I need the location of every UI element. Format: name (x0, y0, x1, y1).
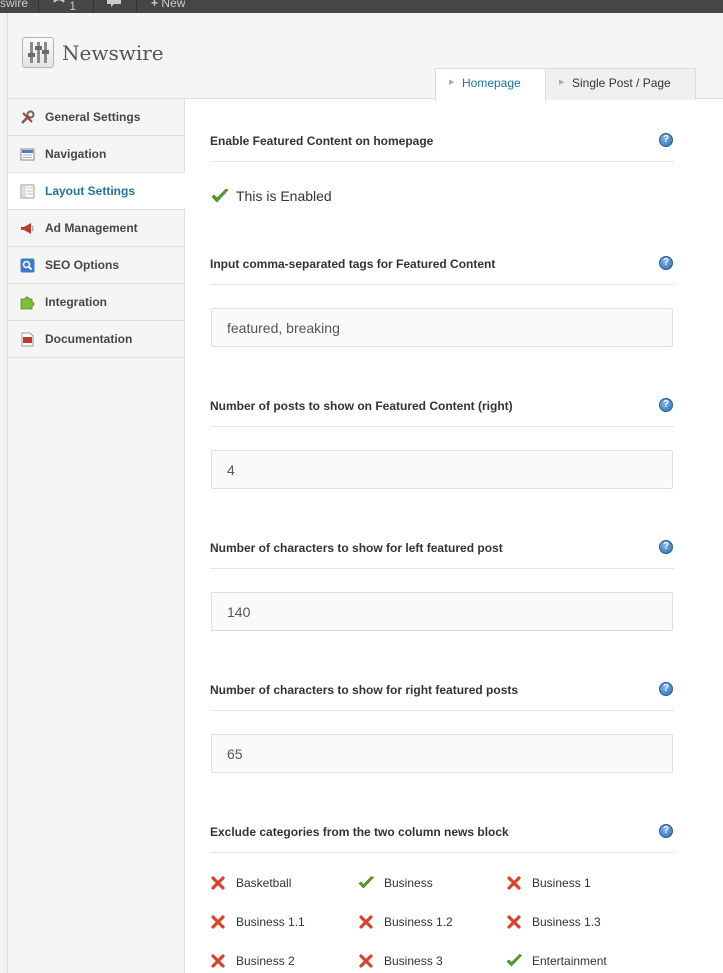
sidebar-item-ad-management[interactable]: Ad Management (8, 210, 185, 247)
category-label: Basketball (236, 876, 292, 890)
puzzle-icon (20, 296, 35, 310)
options-panel: Newswire ▶ Homepage ▶ Single Post / Page… (7, 13, 723, 973)
category-item[interactable]: Business 1 (506, 875, 591, 893)
app-title: Newswire (62, 41, 164, 65)
left-chars-input[interactable] (211, 592, 673, 631)
cross-icon (211, 915, 225, 929)
sidebar-item-general-settings[interactable]: General Settings (8, 99, 185, 136)
setting-title-exclude: Exclude categories from the two column n… (210, 825, 509, 839)
setting-title-featured: Enable Featured Content on homepage (210, 134, 434, 148)
divider (210, 852, 674, 853)
category-item[interactable]: Business 1.3 (506, 914, 601, 932)
updates-item[interactable]: 1 (52, 0, 76, 13)
category-item[interactable]: Business 2 (210, 953, 295, 971)
comments-item[interactable] (106, 0, 122, 13)
admin-bar-site-name[interactable]: swire (0, 0, 28, 13)
checkmark-icon (506, 954, 522, 967)
sidebar-item-label: Navigation (45, 147, 107, 161)
category-item[interactable]: Business (358, 875, 433, 893)
category-item[interactable]: Business 3 (358, 953, 443, 971)
tab-single-post-page[interactable]: ▶ Single Post / Page (545, 68, 696, 100)
tab-label: Single Post / Page (572, 76, 671, 90)
category-label: Business 1.1 (236, 915, 305, 929)
divider (210, 426, 674, 427)
help-icon[interactable]: ? (659, 398, 673, 412)
help-icon[interactable]: ? (659, 824, 673, 838)
admin-bar: swire 1 + New (0, 0, 723, 13)
category-item[interactable]: Business 1.2 (358, 914, 453, 932)
help-icon[interactable]: ? (659, 133, 673, 147)
num-posts-input[interactable] (211, 450, 673, 489)
admin-bar-divider (38, 0, 39, 13)
category-label: Business 3 (384, 954, 443, 968)
right-chars-input[interactable] (211, 734, 673, 773)
category-label: Business (384, 876, 433, 890)
tab-bullet-icon: ▶ (449, 79, 455, 86)
sidebar-item-integration[interactable]: Integration (8, 284, 185, 321)
category-label: Business 2 (236, 954, 295, 968)
cross-icon (359, 915, 373, 929)
featured-tags-input[interactable] (211, 308, 673, 347)
admin-bar-divider (93, 0, 94, 13)
category-item[interactable]: Business 1.1 (210, 914, 305, 932)
sidebar-item-label: Documentation (45, 332, 133, 346)
tab-bullet-icon: ▶ (559, 79, 565, 86)
help-icon[interactable]: ? (659, 682, 673, 696)
sidebar-item-label: SEO Options (45, 258, 120, 272)
sidebar-item-label: Ad Management (45, 221, 138, 235)
new-label: New (161, 0, 186, 10)
plus-icon: + (151, 0, 159, 10)
sidebar-item-documentation[interactable]: Documentation (8, 321, 185, 358)
divider (210, 161, 674, 162)
new-item[interactable]: + New (151, 0, 185, 13)
cross-icon (211, 954, 225, 968)
featured-enabled-toggle[interactable]: This is Enabled (211, 187, 332, 207)
sliders-logo-icon (22, 37, 54, 68)
pdf-icon (21, 332, 34, 347)
layout-icon (20, 184, 35, 199)
setting-title-right-chars: Number of characters to show for right f… (210, 683, 519, 697)
featured-status: This is Enabled (236, 188, 332, 204)
cross-icon (507, 876, 521, 890)
help-icon[interactable]: ? (659, 256, 673, 270)
sidebar-item-label: Layout Settings (45, 184, 136, 198)
checkmark-icon (211, 188, 229, 203)
divider (210, 710, 674, 711)
cross-icon (211, 876, 225, 890)
divider (210, 568, 674, 569)
refresh-icon (53, 0, 65, 3)
settings-sidebar: General Settings Navigation Layout Setti… (8, 99, 186, 973)
checkmark-icon (358, 876, 374, 889)
navigation-icon (20, 148, 35, 161)
category-label: Entertainment (532, 954, 607, 968)
admin-bar-divider (136, 0, 137, 13)
category-label: Business 1.3 (532, 915, 601, 929)
sidebar-item-label: Integration (45, 295, 107, 309)
sidebar-item-seo-options[interactable]: SEO Options (8, 247, 185, 284)
divider (210, 284, 674, 285)
wrench-icon (21, 110, 35, 124)
category-item[interactable]: Entertainment (506, 953, 607, 971)
setting-title-left-chars: Number of characters to show for left fe… (210, 541, 503, 555)
comment-icon (107, 0, 121, 7)
setting-title-num-posts: Number of posts to show on Featured Cont… (210, 399, 513, 413)
panel-header: Newswire ▶ Homepage ▶ Single Post / Page (8, 13, 723, 101)
help-icon[interactable]: ? (659, 540, 673, 554)
search-icon (20, 258, 35, 273)
sidebar-item-layout-settings[interactable]: Layout Settings (8, 173, 186, 210)
tab-label: Homepage (462, 76, 521, 90)
sidebar-item-label: General Settings (45, 110, 141, 124)
category-label: Business 1.2 (384, 915, 453, 929)
category-item[interactable]: Basketball (210, 875, 291, 893)
sidebar-item-navigation[interactable]: Navigation (8, 136, 185, 173)
cross-icon (507, 915, 521, 929)
setting-title-tags: Input comma-separated tags for Featured … (210, 257, 496, 271)
megaphone-icon (21, 223, 34, 234)
updates-count: 1 (69, 0, 77, 13)
cross-icon (359, 954, 373, 968)
category-label: Business 1 (532, 876, 591, 890)
tab-homepage[interactable]: ▶ Homepage (435, 68, 546, 101)
